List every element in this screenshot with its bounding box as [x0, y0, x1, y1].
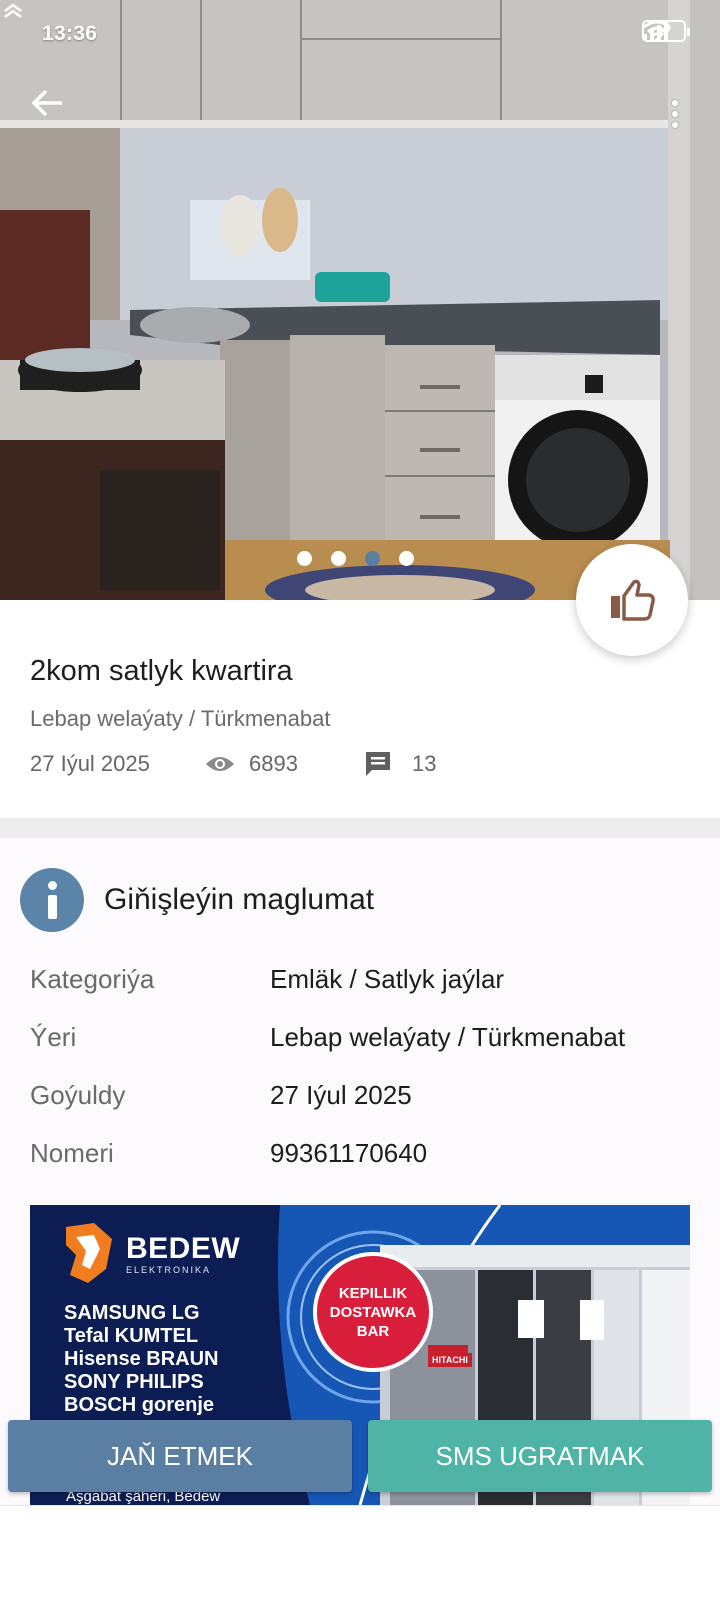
views-count: 6893 [249, 751, 298, 776]
ad-badge-line: KEPILLIK [338, 1284, 408, 1302]
ad-brand-line: Tefal KUMTEL [64, 1325, 199, 1347]
more-vert-icon-dot [672, 111, 678, 117]
detail-row-category: Kategoriýa Emläk / Satlyk jaýlar [30, 950, 700, 1008]
detail-key: Nomeri [30, 1137, 114, 1168]
comment-icon [366, 752, 390, 776]
detail-key: Ýeri [30, 1021, 77, 1052]
battery-icon: 47 [642, 20, 690, 42]
detail-key: Goýuldy [30, 1079, 126, 1110]
gallery-pager-dots [297, 551, 414, 566]
info-icon [20, 868, 84, 932]
ad-badge-line: BAR [356, 1322, 390, 1340]
listing-location: Lebap welaýaty / Türkmenabat [30, 706, 331, 731]
detail-row-number: Nomeri 99361170640 [30, 1124, 700, 1182]
pager-dot[interactable] [331, 551, 346, 566]
status-bar: 13:36 47 [0, 0, 720, 70]
arrow-left-icon [31, 89, 62, 117]
more-vert-icon-dot [672, 122, 678, 128]
pager-dot-active[interactable] [365, 551, 380, 566]
ad-brand-list: SAMSUNG LG Tefal KUMTEL Hisense BRAUN SO… [64, 1302, 218, 1417]
pager-dot[interactable] [399, 551, 414, 566]
thumbs-up-icon [611, 579, 655, 621]
detail-row-location: Ýeri Lebap welaýaty / Türkmenabat [30, 1008, 700, 1066]
ad-brand: BEDEW [126, 1232, 241, 1265]
detail-value: Emläk / Satlyk jaýlar [270, 963, 505, 994]
details-header: Giňişleýin maglumat [20, 868, 374, 932]
ad-brand-line: SAMSUNG LG [64, 1302, 200, 1324]
listing-meta: 27 Iýul 2025 6893 13 [30, 750, 436, 778]
battery-level: 47 [656, 23, 672, 39]
call-button[interactable]: JAŇ ETMEK [8, 1420, 352, 1492]
sms-button[interactable]: SMS UGRATMAK [368, 1420, 712, 1492]
ad-brand-line: SONY PHILIPS [64, 1371, 204, 1393]
listing-title: 2kom satlyk kwartira [30, 655, 293, 687]
bottom-blank-area [0, 1505, 720, 1600]
kitchen-photo-image [0, 0, 720, 600]
comments-count: 13 [412, 751, 437, 776]
ad-badge-line: DOSTAWKA [329, 1303, 417, 1321]
status-time: 13:36 [42, 22, 98, 45]
details-heading: Giňişleýin maglumat [104, 883, 375, 916]
ad-brand-sub: ELEKTRONIKA [126, 1265, 212, 1275]
details-table: Kategoriýa Emläk / Satlyk jaýlar Ýeri Le… [30, 950, 700, 1182]
more-options-button[interactable] [660, 88, 690, 140]
section-divider [0, 818, 720, 838]
signal-arrows-icon [4, 3, 22, 18]
detail-key: Kategoriýa [30, 963, 155, 994]
detail-value: 27 Iýul 2025 [270, 1079, 412, 1110]
detail-value[interactable]: 99361170640 [270, 1138, 427, 1169]
detail-value: Lebap welaýaty / Türkmenabat [270, 1021, 626, 1052]
ad-fridge-label: HITACHI [428, 1353, 472, 1367]
more-vert-icon-dot [672, 100, 678, 106]
detail-row-posted: Goýuldy 27 Iýul 2025 [30, 1066, 700, 1124]
eye-icon [206, 757, 234, 771]
ad-badge: KEPILLIK DOSTAWKA BAR [313, 1252, 433, 1372]
back-button[interactable] [30, 88, 82, 140]
listing-date: 27 Iýul 2025 [30, 751, 150, 776]
pager-dot[interactable] [297, 551, 312, 566]
like-button[interactable] [576, 544, 688, 656]
action-bar: JAŇ ETMEK SMS UGRATMAK [0, 1414, 720, 1506]
ad-brand-line: Hisense BRAUN [64, 1348, 219, 1370]
listing-photo[interactable]: 13:36 47 [0, 0, 720, 600]
